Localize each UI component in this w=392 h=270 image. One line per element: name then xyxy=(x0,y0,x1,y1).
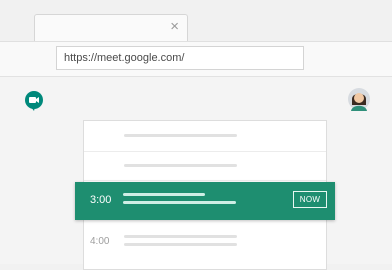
now-badge: NOW xyxy=(293,191,327,208)
current-event-time: 3:00 xyxy=(90,194,112,206)
event-title-placeholder xyxy=(124,235,237,238)
tab-close-icon[interactable]: × xyxy=(170,18,179,36)
meet-logo-icon[interactable] xyxy=(24,90,44,117)
event-title-placeholder xyxy=(124,164,237,167)
address-bar[interactable]: https://meet.google.com/ xyxy=(56,46,304,70)
current-event-row[interactable]: 3:00 NOW xyxy=(75,182,335,220)
row-time-label: 4:00 xyxy=(90,236,110,247)
browser-toolbar: https://meet.google.com/ xyxy=(0,41,392,77)
meet-page: 4:00 3:00 NOW xyxy=(0,77,392,270)
schedule-row[interactable] xyxy=(84,152,326,181)
event-subtitle-placeholder xyxy=(124,243,237,246)
schedule-row[interactable] xyxy=(84,121,326,152)
event-subtitle-placeholder xyxy=(123,201,236,204)
user-avatar-icon[interactable] xyxy=(348,87,370,116)
event-title-placeholder xyxy=(123,193,205,196)
event-title-placeholder xyxy=(124,134,237,137)
schedule-row[interactable]: 4:00 xyxy=(84,223,326,269)
browser-tab[interactable]: × xyxy=(34,14,188,42)
